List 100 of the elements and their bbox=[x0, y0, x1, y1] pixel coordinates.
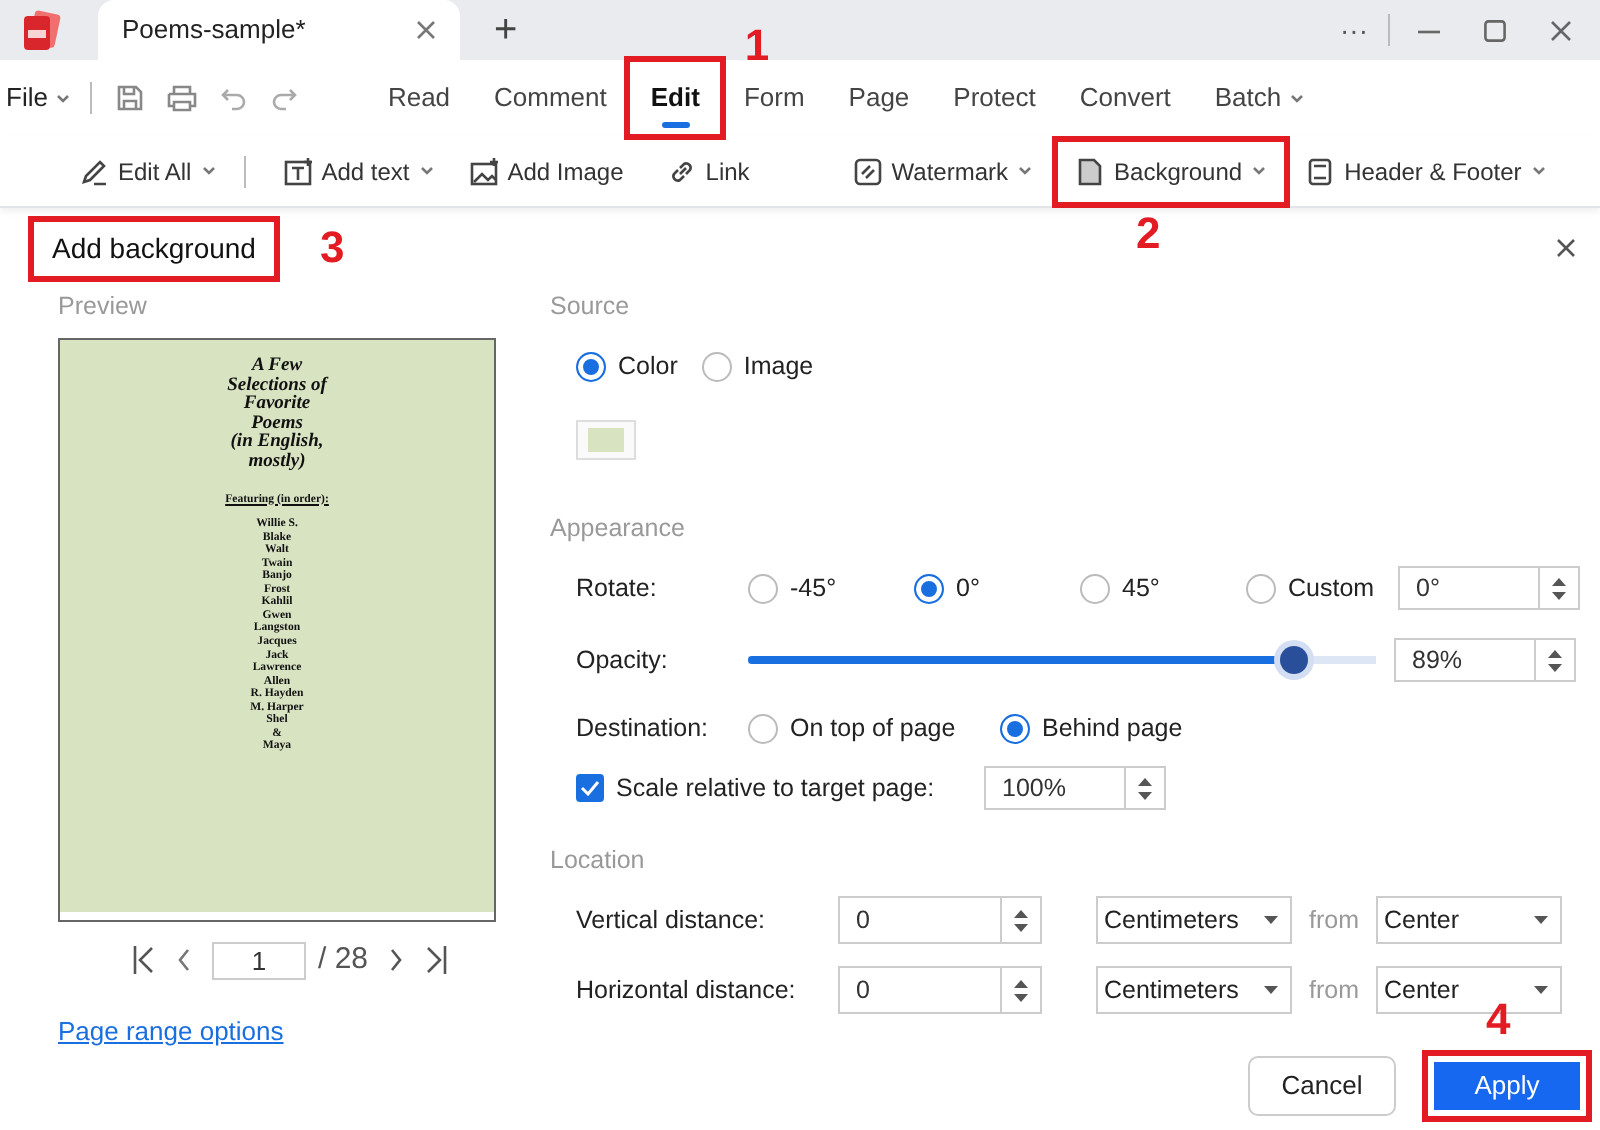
first-page-icon[interactable] bbox=[131, 944, 156, 976]
checkbox-label: Scale relative to target page: bbox=[616, 771, 937, 806]
section-heading: Appearance bbox=[550, 512, 687, 546]
checkbox[interactable] bbox=[576, 774, 604, 802]
print-icon[interactable] bbox=[165, 84, 198, 112]
page-range-link[interactable]: Page range options bbox=[58, 1012, 284, 1051]
caret-icon bbox=[419, 166, 434, 176]
section-heading: Location bbox=[550, 844, 647, 878]
close-icon[interactable] bbox=[1550, 19, 1572, 41]
caret-icon bbox=[1018, 166, 1033, 176]
next-page-icon[interactable] bbox=[388, 946, 405, 974]
toolbar-button[interactable]: Watermark bbox=[841, 139, 1045, 203]
section-heading: Source bbox=[550, 290, 632, 324]
dropdown[interactable]: Centimeters bbox=[1096, 896, 1292, 944]
caret-icon bbox=[1531, 166, 1546, 176]
page-title-line: Selections of bbox=[227, 377, 327, 396]
caret-icon bbox=[55, 93, 70, 103]
file-menu[interactable]: File bbox=[0, 78, 70, 118]
app-logo-icon bbox=[20, 8, 64, 52]
page-title-line: mostly) bbox=[248, 453, 306, 474]
menu-tab[interactable]: Batch bbox=[1192, 60, 1326, 136]
link-icon bbox=[667, 157, 696, 185]
caret-icon bbox=[1252, 166, 1267, 176]
caret-icon bbox=[1289, 93, 1304, 103]
pencil-icon bbox=[80, 157, 108, 185]
caret-icon bbox=[1264, 986, 1278, 994]
image-icon bbox=[469, 157, 498, 185]
close-icon[interactable] bbox=[1556, 238, 1576, 258]
caret-icon bbox=[1534, 916, 1548, 924]
toolbar-button[interactable]: Edit All bbox=[68, 139, 228, 203]
radio-button[interactable] bbox=[1246, 573, 1276, 603]
stepper-icon bbox=[1014, 979, 1028, 1001]
radio-button[interactable] bbox=[576, 351, 606, 381]
radio-button[interactable] bbox=[701, 351, 732, 381]
menu-tab[interactable]: Comment bbox=[472, 60, 629, 136]
callout-number: 2 bbox=[1136, 211, 1161, 255]
toolbar-button[interactable]: Add text bbox=[271, 139, 446, 203]
field-label: Vertical distance: bbox=[576, 903, 767, 938]
toolbar-button[interactable]: Background bbox=[1056, 139, 1287, 203]
field-label: from bbox=[1307, 973, 1361, 1008]
number-field[interactable]: 0 bbox=[838, 966, 1042, 1014]
callout-number: 3 bbox=[320, 225, 345, 269]
radio-button[interactable] bbox=[748, 713, 778, 743]
field-label: Rotate: bbox=[576, 571, 659, 606]
maximize-icon[interactable] bbox=[1484, 19, 1506, 41]
apply-button[interactable]: Apply bbox=[1434, 1062, 1580, 1110]
caret-icon bbox=[1534, 986, 1548, 994]
more-button[interactable]: ··· bbox=[1340, 16, 1368, 44]
caret-icon bbox=[201, 166, 216, 176]
page-total: / 28 bbox=[317, 939, 369, 980]
toolbar-button[interactable]: Link bbox=[655, 139, 762, 203]
field-label: Opacity: bbox=[576, 643, 670, 678]
dropdown[interactable]: Center bbox=[1376, 896, 1562, 944]
radio-label: 0° bbox=[956, 571, 980, 606]
radio-button[interactable] bbox=[1080, 573, 1110, 603]
close-icon[interactable] bbox=[416, 20, 436, 40]
radio-button[interactable] bbox=[914, 573, 944, 603]
radio-label: Custom bbox=[1288, 571, 1375, 606]
stepper-icon bbox=[1138, 777, 1152, 799]
menu-tab[interactable]: Convert bbox=[1057, 60, 1193, 136]
number-field[interactable]: 100% bbox=[984, 766, 1166, 810]
new-tab-button[interactable]: + bbox=[494, 10, 518, 50]
radio-label: 45° bbox=[1122, 571, 1160, 606]
check-icon bbox=[580, 780, 600, 796]
document-tab[interactable]: Poems-sample* bbox=[98, 0, 460, 60]
text-box-icon bbox=[283, 157, 312, 185]
toolbar-button[interactable]: Header & Footer bbox=[1294, 139, 1558, 203]
page-title-line: Poems bbox=[251, 415, 303, 434]
caret-icon bbox=[1264, 916, 1278, 924]
header-footer-icon bbox=[1306, 157, 1335, 185]
watermark-icon bbox=[853, 157, 882, 185]
page-number-field[interactable]: 1 bbox=[211, 941, 306, 979]
page-title-line: Favorite bbox=[243, 396, 311, 415]
menu-tab[interactable]: Page bbox=[826, 60, 932, 136]
number-field[interactable]: 0° bbox=[1398, 566, 1580, 610]
menu-tab[interactable]: Edit bbox=[628, 60, 722, 136]
menu-tab[interactable]: Read bbox=[365, 60, 473, 136]
slider-thumb[interactable] bbox=[1280, 646, 1309, 674]
section-heading: Preview bbox=[58, 290, 149, 324]
field-label: Horizontal distance: bbox=[576, 973, 798, 1008]
number-field[interactable]: 89% bbox=[1394, 638, 1576, 682]
page-title-line: (in English, bbox=[230, 434, 324, 453]
radio-button[interactable] bbox=[1000, 713, 1030, 743]
field-label: from bbox=[1307, 903, 1361, 938]
stepper-icon bbox=[1548, 649, 1562, 671]
dropdown[interactable]: Centimeters bbox=[1096, 966, 1292, 1014]
number-field[interactable]: 0 bbox=[838, 896, 1042, 944]
radio-label: On top of page bbox=[790, 711, 956, 746]
radio-button[interactable] bbox=[748, 573, 778, 603]
cancel-button[interactable]: Cancel bbox=[1248, 1056, 1396, 1116]
save-icon[interactable] bbox=[115, 84, 144, 112]
toolbar-button[interactable]: Add Image bbox=[457, 139, 636, 203]
previous-page-icon[interactable] bbox=[175, 946, 192, 974]
color-swatch[interactable] bbox=[576, 420, 636, 460]
field-label: Destination: bbox=[576, 711, 711, 746]
menu-tab[interactable]: Protect bbox=[931, 60, 1058, 136]
last-page-icon[interactable] bbox=[424, 944, 449, 976]
radio-label: Color bbox=[618, 349, 678, 384]
radio-label: Behind page bbox=[1042, 711, 1183, 746]
stepper-icon bbox=[1014, 909, 1028, 931]
